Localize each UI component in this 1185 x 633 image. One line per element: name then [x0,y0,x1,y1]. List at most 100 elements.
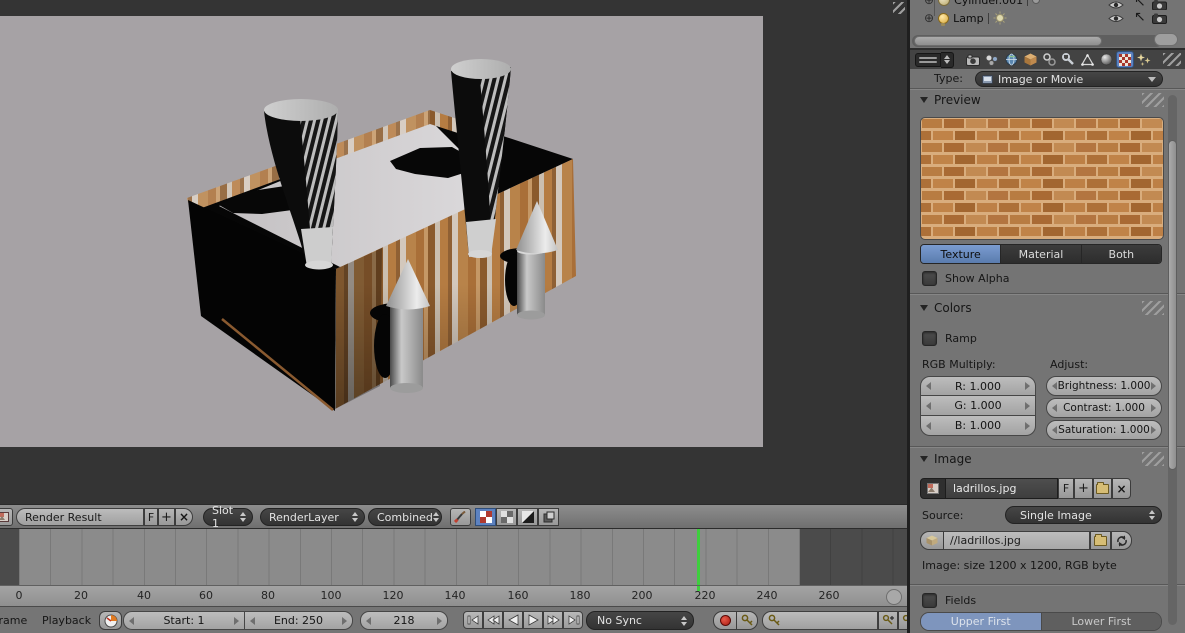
header-corner-handle[interactable] [1163,53,1181,66]
tab-object-data[interactable] [1078,51,1096,68]
render-result-name-field[interactable]: Render Result [16,508,144,526]
reload-image-button[interactable] [1111,531,1132,550]
increment-arrow-icon[interactable] [1151,404,1156,412]
eye-icon[interactable] [1108,0,1124,10]
preview-both-button[interactable]: Both [1082,245,1161,263]
ramp-checkbox[interactable] [922,331,937,346]
properties-vscroll-thumb[interactable] [1168,140,1177,470]
editor-type-chevrons[interactable] [941,52,954,68]
upper-first-button[interactable]: Upper First [921,613,1042,630]
panel-drag-handle[interactable] [1142,301,1164,315]
decrement-arrow-icon[interactable] [366,617,371,625]
channel-rgb-button[interactable] [496,508,517,526]
keying-set-field[interactable] [762,611,878,630]
camera-icon[interactable] [1152,13,1167,24]
time-button[interactable] [99,611,122,630]
tab-particles[interactable] [1135,51,1153,68]
eye-icon[interactable] [1108,13,1124,24]
image-datablock-icon-button[interactable] [920,478,946,499]
image-panel-header[interactable]: Image [920,452,972,466]
tab-texture[interactable] [1116,51,1134,68]
region-corner-handle[interactable] [893,2,905,14]
increment-arrow-icon[interactable] [1025,402,1030,410]
jump-to-end-button[interactable] [563,611,583,629]
panel-drag-handle[interactable] [1142,93,1164,107]
image-paint-toggle[interactable] [450,508,471,526]
decrement-arrow-icon[interactable] [1052,382,1057,390]
r-multiply-slider[interactable]: R: 1.000 [920,376,1036,396]
tab-render[interactable] [964,51,982,68]
open-image-button[interactable] [1093,478,1112,499]
increment-arrow-icon[interactable] [1025,422,1030,430]
end-frame-field[interactable]: End: 250 [245,611,353,630]
browse-file-button[interactable] [1090,531,1111,550]
menu-playback[interactable]: Playback [42,614,91,627]
decrement-arrow-icon[interactable] [926,382,931,390]
editor-type-selector[interactable] [915,53,941,67]
tab-scene[interactable] [983,51,1001,68]
renderlayer-dropdown[interactable]: RenderLayer [260,508,365,526]
insert-keyframe-button[interactable] [878,611,898,630]
show-alpha-checkbox[interactable] [922,271,937,286]
image-name-field[interactable]: ladrillos.jpg [946,478,1058,499]
unlink-image-button[interactable]: × [1112,478,1131,499]
outliner-vscroll-cap[interactable] [1154,33,1178,46]
pack-image-button[interactable] [920,531,944,550]
expand-icon[interactable]: ⊕ [924,0,934,6]
increment-arrow-icon[interactable] [1151,426,1156,434]
panel-drag-handle[interactable] [1142,452,1164,466]
brightness-slider[interactable]: Brightness: 1.000 [1046,376,1162,396]
play-button[interactable] [523,611,543,629]
outliner-row-cylinder[interactable]: ⊕ Cylinder.001 [924,0,1040,9]
decrement-arrow-icon[interactable] [926,422,931,430]
contrast-slider[interactable]: Contrast: 1.000 [1046,398,1162,418]
editor-type-button[interactable] [0,508,13,526]
jump-to-start-button[interactable] [463,611,483,629]
increment-arrow-icon[interactable] [1151,382,1156,390]
timeline-ruler[interactable]: 0 20 40 60 80 100 120 140 160 180 200 22… [0,585,907,607]
cursor-icon[interactable]: ↖ [1134,9,1146,25]
new-image-button[interactable]: + [1074,478,1093,499]
tab-material[interactable] [1097,51,1115,68]
renderpass-dropdown[interactable]: Combined [368,508,442,526]
auto-keyframe-button[interactable] [713,611,737,630]
increment-arrow-icon[interactable] [437,617,442,625]
decrement-arrow-icon[interactable] [250,617,255,625]
b-multiply-slider[interactable]: B: 1.000 [920,416,1036,436]
channel-zdepth-button[interactable] [538,508,559,526]
outliner-hscroll-thumb[interactable] [914,36,1102,46]
fields-checkbox[interactable] [922,593,937,608]
channel-alpha-button[interactable] [517,508,538,526]
new-image-button[interactable]: + [158,508,175,526]
current-frame-field[interactable]: 218 [360,611,448,630]
decrement-arrow-icon[interactable] [129,617,134,625]
timeline-track[interactable] [0,528,907,586]
colors-panel-header[interactable]: Colors [920,301,972,315]
jump-next-keyframe-button[interactable] [543,611,563,629]
jump-prev-keyframe-button[interactable] [483,611,503,629]
lower-first-button[interactable]: Lower First [1042,613,1162,630]
ruler-scrollbar-cap[interactable] [886,589,902,605]
decrement-arrow-icon[interactable] [1052,426,1057,434]
slot-dropdown[interactable]: Slot 1 [203,508,253,526]
source-dropdown[interactable]: Single Image [1005,506,1162,524]
expand-icon[interactable]: ⊕ [924,12,934,24]
increment-arrow-icon[interactable] [1025,382,1030,390]
current-frame-playhead[interactable] [697,529,700,586]
image-fake-user-button[interactable]: F [1058,478,1074,499]
filepath-field[interactable]: //ladrillos.jpg [944,531,1090,550]
fake-user-button[interactable]: F [144,508,158,526]
render-result-viewport[interactable] [0,16,763,447]
preview-panel-header[interactable]: Preview [920,93,981,107]
channel-rgba-button[interactable] [475,508,496,526]
start-frame-field[interactable]: Start: 1 [123,611,245,630]
preview-material-button[interactable]: Material [1001,245,1081,263]
type-dropdown[interactable]: Image or Movie [975,71,1163,87]
preview-texture-button[interactable]: Texture [921,245,1001,263]
tab-modifiers[interactable] [1059,51,1077,68]
tab-constraints[interactable] [1040,51,1058,68]
increment-arrow-icon[interactable] [234,617,239,625]
tab-world[interactable] [1002,51,1020,68]
increment-arrow-icon[interactable] [342,617,347,625]
unlink-image-button[interactable]: × [175,508,193,526]
